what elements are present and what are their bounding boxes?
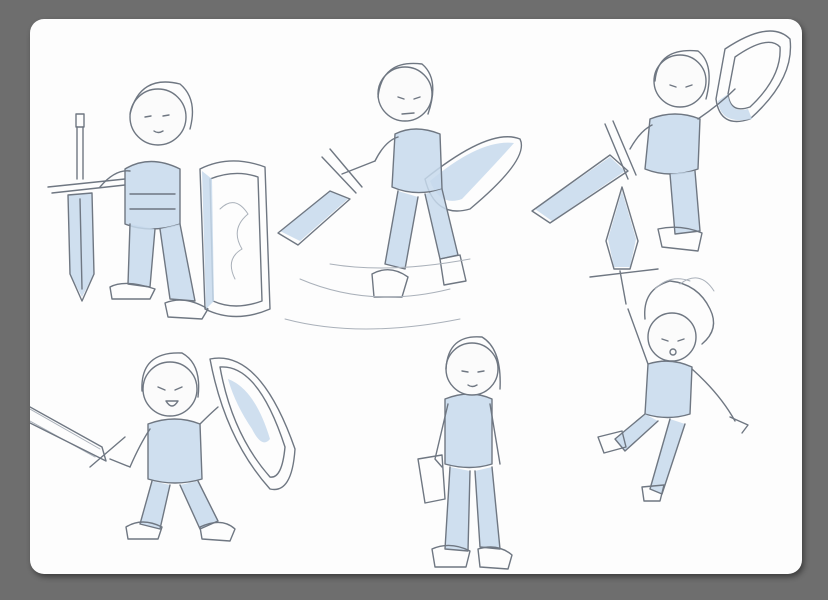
sketch-drawing bbox=[30, 30, 792, 570]
raised-shield bbox=[715, 30, 792, 123]
tower-shield bbox=[199, 160, 271, 318]
figure-lunging-sword bbox=[277, 62, 522, 330]
sword-forward bbox=[277, 148, 376, 246]
sword-down bbox=[47, 113, 126, 302]
figure-battle-cry bbox=[30, 352, 296, 542]
figure-jumping-sword-overhead bbox=[589, 186, 749, 502]
figure-standing-calm bbox=[417, 336, 513, 570]
sketch-sheet bbox=[30, 19, 802, 574]
sword-overhead bbox=[589, 186, 659, 305]
figure-leaning-sword-thrust bbox=[531, 30, 792, 252]
figure-standing-sword-shield bbox=[47, 81, 271, 320]
sword-left bbox=[30, 406, 131, 468]
kite-shield bbox=[209, 357, 296, 491]
